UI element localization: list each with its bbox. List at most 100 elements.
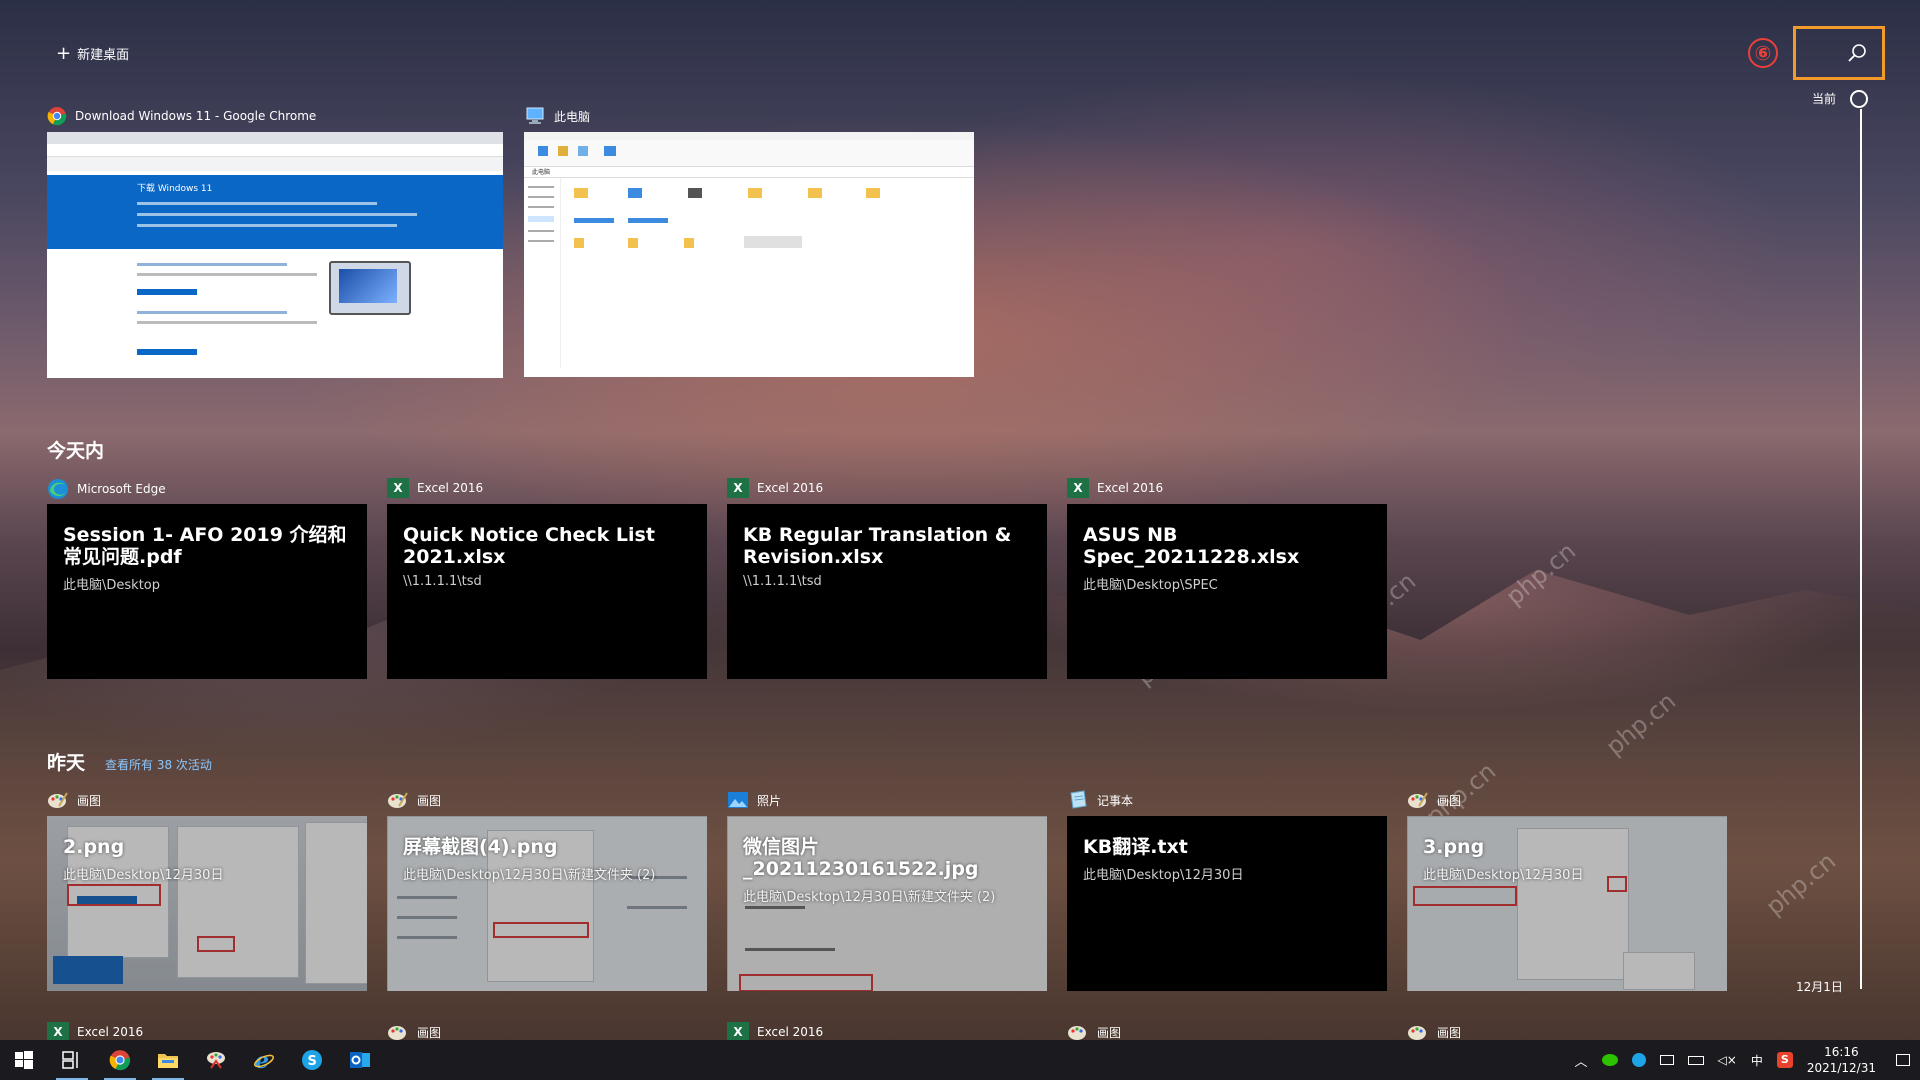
activity-title: KB翻译.txt: [1083, 836, 1188, 858]
volume-icon[interactable]: ◁×: [1718, 1053, 1737, 1067]
excel-icon: X: [47, 1022, 69, 1042]
taskbar-file-explorer[interactable]: [144, 1040, 192, 1080]
battery-icon[interactable]: [1687, 1055, 1704, 1065]
activity-path: 此电脑\Desktop\12月30日: [1423, 868, 1584, 883]
taskbar-chrome[interactable]: [96, 1040, 144, 1080]
sogou-icon[interactable]: S: [1776, 1052, 1793, 1068]
activity-title: ASUS NB Spec_20211228.xlsx: [1083, 524, 1300, 568]
activity-path: \\1.1.1.1\tsd: [403, 574, 482, 589]
internet-explorer-icon: e: [254, 1049, 274, 1071]
activity-app-label: X Excel 2016: [47, 1022, 143, 1042]
activity-app-label: 画图: [1067, 1022, 1121, 1042]
activity-app-label: Microsoft Edge: [47, 478, 166, 500]
folder-icon: [158, 1054, 178, 1068]
paint-icon: [1068, 1026, 1086, 1040]
activity-card[interactable]: KB翻译.txt 此电脑\Desktop\12月30日: [1067, 816, 1387, 991]
taskbar-skype[interactable]: S: [288, 1040, 336, 1080]
snipping-tool-icon: [207, 1052, 225, 1069]
activity-title: KB Regular Translation & Revision.xlsx: [743, 524, 1012, 568]
activity-path: \\1.1.1.1\tsd: [743, 574, 822, 589]
thumbnail-heading: 下载 Windows 11: [137, 184, 213, 194]
taskbar-internet-explorer[interactable]: e: [240, 1040, 288, 1080]
paint-icon: [1408, 792, 1428, 808]
activity-app-label: 画图: [1407, 790, 1461, 810]
window-thumbnail-chrome[interactable]: 下载 Windows 11: [47, 132, 503, 378]
app-name: Excel 2016: [417, 481, 484, 495]
search-icon: [1848, 44, 1866, 62]
app-name: Microsoft Edge: [77, 482, 166, 496]
activity-path: 此电脑\Desktop: [63, 578, 160, 593]
ime-indicator[interactable]: 中: [1751, 1052, 1763, 1069]
timeline-scrollbar[interactable]: [1860, 109, 1862, 989]
activity-title: 3.png: [1423, 836, 1485, 858]
app-name: Excel 2016: [757, 1025, 824, 1039]
taskbar-snipping[interactable]: [192, 1040, 240, 1080]
app-name: Excel 2016: [77, 1025, 144, 1039]
app-name: 记事本: [1097, 793, 1134, 808]
notepad-icon: [1070, 790, 1087, 809]
paint-icon: [388, 792, 408, 808]
network-icon[interactable]: [1659, 1055, 1674, 1065]
app-name: 画图: [77, 793, 102, 808]
window-title: 此电脑: [554, 109, 591, 124]
section-heading-text: 昨天: [47, 752, 86, 774]
chrome-icon: [109, 1050, 131, 1071]
windows-icon: [15, 1051, 33, 1069]
activity-title: 微信图片_20211230161522.jpg: [743, 836, 979, 880]
plus-icon: +: [56, 42, 72, 64]
activity-card[interactable]: 屏幕截图(4).png 此电脑\Desktop\12月30日\新建文件夹 (2): [387, 816, 707, 991]
app-name: 照片: [757, 793, 782, 808]
chevron-up-icon[interactable]: ︿: [1575, 1051, 1588, 1070]
clock[interactable]: 16:16 2021/12/31: [1807, 1044, 1876, 1076]
timeline-current-marker[interactable]: [1850, 90, 1868, 108]
app-name: 画图: [1437, 793, 1462, 808]
activity-path: 此电脑\Desktop\12月30日\新建文件夹 (2): [403, 868, 656, 883]
search-button[interactable]: [1793, 26, 1885, 80]
activity-path: 此电脑\Desktop\12月30日: [1083, 868, 1244, 883]
system-tray: ︿ ◁× 中 S 16:16 2021/12/31: [1575, 1040, 1920, 1080]
activity-path: 此电脑\Desktop\12月30日\新建文件夹 (2): [743, 890, 996, 905]
excel-icon: X: [387, 478, 409, 498]
see-all-activities-link[interactable]: 查看所有 38 次活动: [105, 756, 212, 773]
activity-card[interactable]: Quick Notice Check List 2021.xlsx \\1.1.…: [387, 504, 707, 679]
activity-app-label: 画图: [387, 790, 441, 810]
activity-card[interactable]: ASUS NB Spec_20211228.xlsx 此电脑\Desktop\S…: [1067, 504, 1387, 679]
activity-card[interactable]: Session 1- AFO 2019 介绍和常见问题.pdf 此电脑\Desk…: [47, 504, 367, 679]
activity-app-label: X Excel 2016: [1067, 478, 1163, 498]
activity-path: 此电脑\Desktop\SPEC: [1083, 578, 1218, 593]
app-name: Excel 2016: [757, 481, 824, 495]
app-name: 画图: [417, 793, 442, 808]
start-button[interactable]: [0, 1040, 48, 1080]
paint-icon: [1408, 1026, 1426, 1040]
activity-card[interactable]: 3.png 此电脑\Desktop\12月30日: [1407, 816, 1727, 991]
paint-icon: [388, 1026, 406, 1040]
activity-title: Session 1- AFO 2019 介绍和常见问题.pdf: [63, 524, 347, 568]
section-heading-yesterday: 昨天 查看所有 38 次活动: [47, 748, 212, 775]
excel-icon: X: [1067, 478, 1089, 498]
activity-title: 屏幕截图(4).png: [403, 836, 558, 858]
section-heading-today: 今天内: [47, 440, 105, 462]
activity-card[interactable]: 2.png 此电脑\Desktop\12月30日: [47, 816, 367, 991]
activity-card[interactable]: KB Regular Translation & Revision.xlsx \…: [727, 504, 1047, 679]
task-view-button[interactable]: [48, 1040, 96, 1080]
activity-app-label: 画图: [1407, 1022, 1461, 1042]
activity-title: 2.png: [63, 836, 125, 858]
wechat-icon[interactable]: [1601, 1054, 1618, 1066]
annotation-badge: ⑥: [1748, 38, 1778, 68]
timeline-date-label: 12月1日: [1796, 980, 1843, 994]
skype-icon: S: [302, 1050, 322, 1070]
new-desktop-button[interactable]: + 新建桌面: [56, 44, 129, 63]
activity-app-label: 记事本: [1067, 790, 1133, 810]
this-pc-icon: [526, 107, 544, 124]
notification-icon[interactable]: [1896, 1054, 1910, 1066]
app-name: 画图: [1437, 1025, 1462, 1040]
timeline-now-label: 当前: [1812, 92, 1837, 106]
taskbar-outlook[interactable]: [336, 1040, 384, 1080]
excel-icon: X: [727, 478, 749, 498]
window-thumbnail-this-pc[interactable]: 此电脑: [524, 132, 974, 377]
paint-icon: [48, 792, 68, 808]
skype-tray-icon[interactable]: [1631, 1053, 1646, 1067]
activity-card[interactable]: 微信图片_20211230161522.jpg 此电脑\Desktop\12月3…: [727, 816, 1047, 991]
window-title: Download Windows 11 - Google Chrome: [75, 109, 317, 123]
photos-icon: [728, 792, 748, 808]
